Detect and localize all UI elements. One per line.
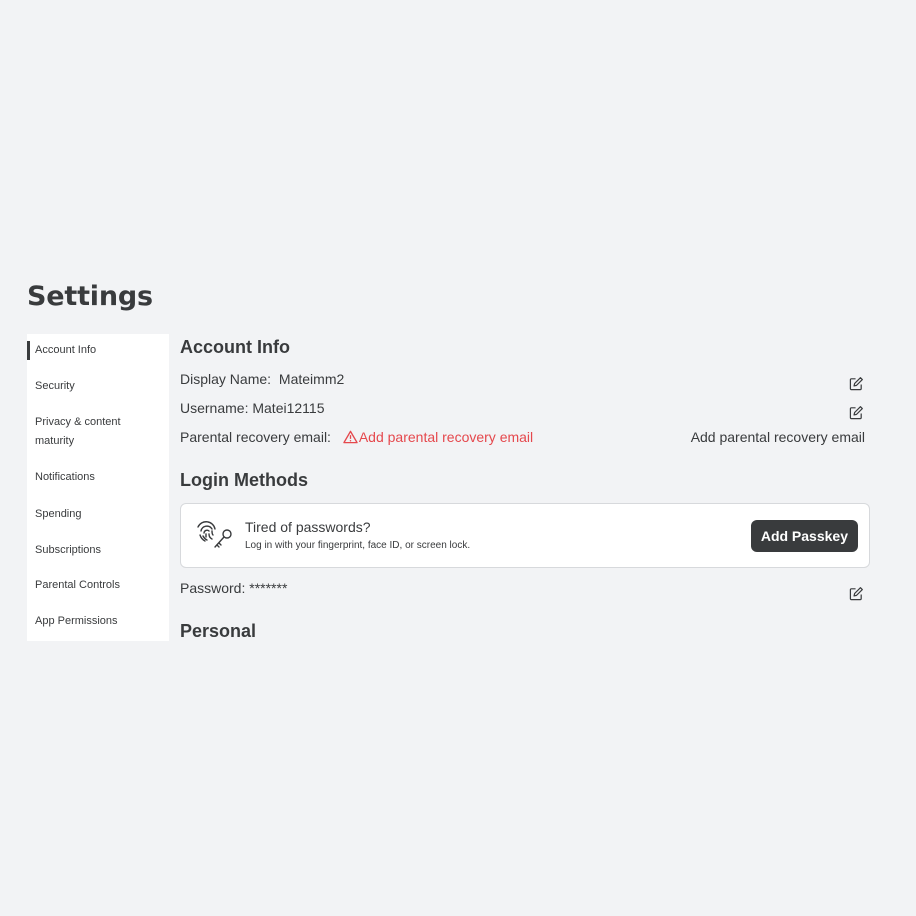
account-info-heading: Account Info [180,337,290,357]
edit-username-icon[interactable] [849,405,864,420]
sidebar-item-spending[interactable]: Spending [27,505,169,524]
sidebar-item-parental-controls[interactable]: Parental Controls [27,576,169,595]
sidebar-item-notifications[interactable]: Notifications [27,468,169,487]
add-parental-recovery-button[interactable]: Add parental recovery email [691,429,865,445]
password-row: Password: ******* [180,580,287,596]
sidebar-item-account-info[interactable]: Account Info [27,341,169,360]
parental-recovery-row: Parental recovery email: Add parental re… [180,429,533,445]
warning-icon [343,430,358,444]
sidebar-item-security[interactable]: Security [27,377,169,396]
parental-recovery-label: Parental recovery email: [180,429,331,445]
password-value: ******* [249,580,288,596]
passkey-title: Tired of passwords? [245,519,371,535]
personal-heading: Personal [180,621,257,641]
sidebar-item-privacy[interactable]: Privacy & content maturity [27,413,137,451]
password-label: Password: [180,580,246,596]
add-parental-recovery-link[interactable]: Add parental recovery email [343,429,533,445]
username-value: Matei12115 [252,400,325,416]
display-name-value: Mateimm2 [278,371,345,387]
username-label: Username: [180,400,249,416]
page-title: Settings [27,281,153,312]
username-row: Username: Matei12115 [180,400,325,416]
edit-display-name-icon[interactable] [849,376,864,391]
add-passkey-button[interactable]: Add Passkey [750,520,858,552]
edit-password-icon[interactable] [849,586,864,601]
settings-sidebar: Account Info Security Privacy & content … [27,334,169,641]
display-name-label: Display Name: [180,371,272,387]
sidebar-item-app-permissions[interactable]: App Permissions [27,612,169,631]
fingerprint-key-icon [197,521,232,548]
sidebar-item-subscriptions[interactable]: Subscriptions [27,541,169,560]
passkey-subtitle: Log in with your fingerprint, face ID, o… [245,540,471,551]
add-parental-recovery-link-label: Add parental recovery email [358,429,534,445]
passkey-card: Tired of passwords? Log in with your fin… [180,503,870,568]
login-methods-heading: Login Methods [180,470,308,490]
display-name-row: Display Name: Mateimm2 [180,371,344,387]
